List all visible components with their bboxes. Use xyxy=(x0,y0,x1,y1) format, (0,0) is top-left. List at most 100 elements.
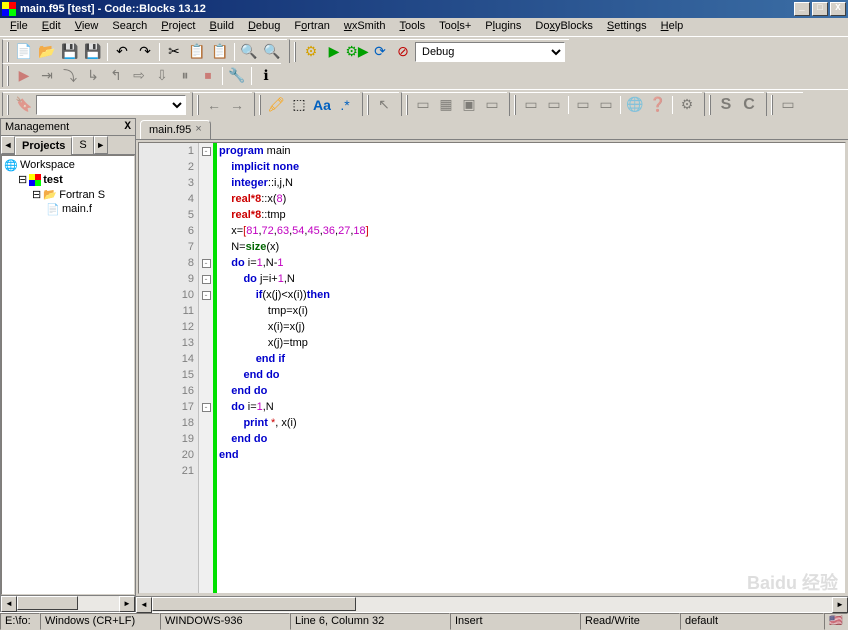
tree-project[interactable]: ⊟ test xyxy=(4,172,132,187)
class-letter-icon[interactable]: C xyxy=(738,94,760,116)
tab-scroll-left-icon[interactable]: ◄ xyxy=(1,136,15,154)
close-button[interactable]: X xyxy=(830,2,846,16)
debug-next-icon[interactable]: ⤵ xyxy=(59,65,81,87)
debug-step-out-icon[interactable]: ↰ xyxy=(105,65,127,87)
menu-edit[interactable]: Edit xyxy=(36,19,67,35)
maximize-button[interactable]: □ xyxy=(812,2,828,16)
symbols-combo[interactable] xyxy=(36,95,186,115)
debug-stop-icon[interactable]: ⏹ xyxy=(197,65,219,87)
copy-icon[interactable]: 📋 xyxy=(186,41,208,63)
menu-help[interactable]: Help xyxy=(655,19,690,35)
menu-settings[interactable]: Settings xyxy=(601,19,653,35)
scroll-left-icon[interactable]: ◄ xyxy=(136,597,152,613)
menu-fortran[interactable]: Fortran xyxy=(288,19,335,35)
paste-icon[interactable]: 📋 xyxy=(209,41,231,63)
code-editor[interactable]: 123456789101112131415161718192021 - --- … xyxy=(138,142,846,594)
scroll-left-icon[interactable]: ◄ xyxy=(1,596,17,612)
menu-file[interactable]: File xyxy=(4,19,34,35)
build-run-icon[interactable]: ⚙▶ xyxy=(346,41,368,63)
file-icon: 📄 xyxy=(46,203,60,215)
debug-step-into-icon[interactable]: ↳ xyxy=(82,65,104,87)
regex-icon[interactable]: .* xyxy=(334,94,356,116)
doxy-config-icon[interactable]: ⚙ xyxy=(676,94,698,116)
file-tab-main[interactable]: main.f95 × xyxy=(140,120,211,139)
fold-column[interactable]: - --- - xyxy=(199,143,213,593)
tab-scroll-right-icon[interactable]: ► xyxy=(94,136,108,154)
fortran-nav-icon[interactable]: ▭ xyxy=(777,94,799,116)
redo-icon[interactable]: ↷ xyxy=(134,41,156,63)
debug-windows-icon[interactable]: 🔧 xyxy=(226,65,248,87)
build-target-combo[interactable]: Debug xyxy=(415,42,565,62)
replace-icon[interactable]: 🔍 xyxy=(261,41,283,63)
debug-run-cursor-icon[interactable]: ⇥ xyxy=(36,65,58,87)
save-all-icon[interactable]: 💾 xyxy=(82,41,104,63)
build-icon[interactable]: ⚙ xyxy=(300,41,322,63)
find-icon[interactable]: 🔍 xyxy=(238,41,260,63)
menu-tools[interactable]: Tools xyxy=(393,19,431,35)
doxy-extract-icon[interactable]: ▭ xyxy=(543,94,565,116)
code-content[interactable]: program main implicit none integer::i,j,… xyxy=(217,143,845,593)
doxy-chm-icon[interactable]: ❓ xyxy=(647,94,669,116)
menu-build[interactable]: Build xyxy=(204,19,240,35)
tree-file[interactable]: 📄 main.f xyxy=(4,202,132,216)
window-title: main.f95 [test] - Code::Blocks 13.12 xyxy=(20,3,206,15)
doxy-block-icon[interactable]: ▭ xyxy=(572,94,594,116)
expand-icon[interactable]: ⊟ xyxy=(32,188,41,201)
undo-icon[interactable]: ↶ xyxy=(111,41,133,63)
highlight-icon[interactable]: 🖍 xyxy=(265,94,287,116)
dialog-icon[interactable]: ▣ xyxy=(458,94,480,116)
debug-step-instr-icon[interactable]: ⇩ xyxy=(151,65,173,87)
new-file-icon[interactable]: 📄 xyxy=(13,41,35,63)
open-icon[interactable]: 📂 xyxy=(36,41,58,63)
tab-projects[interactable]: Projects xyxy=(15,137,72,155)
line-gutter: 123456789101112131415161718192021 xyxy=(139,143,199,593)
menu-search[interactable]: Search xyxy=(106,19,153,35)
management-tabs: ◄ Projects S ► xyxy=(1,136,135,155)
select-icon[interactable]: ⬚ xyxy=(288,94,310,116)
nav-back-icon[interactable]: ← xyxy=(203,94,225,116)
panel-icon[interactable]: ▦ xyxy=(435,94,457,116)
tab-symbols[interactable]: S xyxy=(72,136,93,154)
project-tree[interactable]: 🌐 Workspace ⊟ test ⊟ 📂 Fortran S 📄 main.… xyxy=(1,155,135,595)
management-close-icon[interactable]: X xyxy=(124,121,131,133)
case-icon[interactable]: Aa xyxy=(311,94,333,116)
file-tab-bar: main.f95 × xyxy=(136,118,848,140)
save-icon[interactable]: 💾 xyxy=(59,41,81,63)
menu-project[interactable]: Project xyxy=(155,19,201,35)
status-lang-icon[interactable]: 🇺🇸 xyxy=(824,613,848,630)
title-bar: main.f95 [test] - Code::Blocks 13.12 _ □… xyxy=(0,0,848,18)
doxy-line-icon[interactable]: ▭ xyxy=(595,94,617,116)
run-icon[interactable]: ▶ xyxy=(323,41,345,63)
tab-close-icon[interactable]: × xyxy=(195,124,202,136)
menu-view[interactable]: View xyxy=(69,19,105,35)
expand-icon[interactable]: ⊟ xyxy=(18,173,27,186)
editor-scrollbar[interactable]: ◄ ► xyxy=(136,596,848,612)
menu-doxyblocks[interactable]: DoxyBlocks xyxy=(529,19,598,35)
scroll-right-icon[interactable]: ► xyxy=(832,597,848,613)
debug-info-icon[interactable]: ℹ xyxy=(255,65,277,87)
abort-icon[interactable]: ⊘ xyxy=(392,41,414,63)
doxy-wizard-icon[interactable]: ▭ xyxy=(520,94,542,116)
debug-start-icon[interactable]: ▶ xyxy=(13,65,35,87)
tree-workspace[interactable]: 🌐 Workspace xyxy=(4,158,132,172)
debug-next-instr-icon[interactable]: ⇨ xyxy=(128,65,150,87)
debug-break-icon[interactable]: ⏸ xyxy=(174,65,196,87)
menu-wxsmith[interactable]: wxSmith xyxy=(338,19,392,35)
tree-folder[interactable]: ⊟ 📂 Fortran S xyxy=(4,187,132,202)
cursor-icon[interactable]: ↖ xyxy=(373,94,395,116)
rebuild-icon[interactable]: ⟳ xyxy=(369,41,391,63)
bookmark-icon[interactable]: 🔖 xyxy=(13,94,35,116)
mgmt-scrollbar[interactable]: ◄ ► xyxy=(1,595,135,611)
source-letter-icon[interactable]: S xyxy=(715,94,737,116)
menu-debug[interactable]: Debug xyxy=(242,19,286,35)
menu-plugins[interactable]: Plugins xyxy=(479,19,527,35)
scroll-right-icon[interactable]: ► xyxy=(119,596,135,612)
cut-icon[interactable]: ✂ xyxy=(163,41,185,63)
frame-icon[interactable]: ▭ xyxy=(412,94,434,116)
management-title: Management xyxy=(5,121,69,133)
doxy-html-icon[interactable]: 🌐 xyxy=(624,94,646,116)
nav-forward-icon[interactable]: → xyxy=(226,94,248,116)
menu-toolsplus[interactable]: Tools+ xyxy=(433,19,477,35)
minimize-button[interactable]: _ xyxy=(794,2,810,16)
frame2-icon[interactable]: ▭ xyxy=(481,94,503,116)
